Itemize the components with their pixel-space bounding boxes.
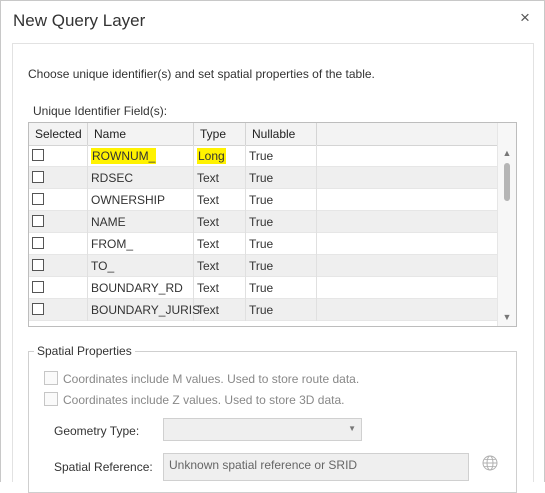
table-row[interactable]: BOUNDARY_RD Text True	[29, 277, 497, 299]
grid-rows: ROWNUM_ Long True RDSEC Text True OWNERS…	[29, 145, 497, 321]
z-values-label: Coordinates include Z values. Used to st…	[63, 393, 345, 407]
scrollbar-thumb[interactable]	[504, 163, 510, 201]
field-name: BOUNDARY_JURIS	[88, 299, 200, 321]
m-values-label: Coordinates include M values. Used to st…	[63, 372, 360, 386]
field-type: Text	[194, 211, 246, 233]
row-select-checkbox[interactable]	[32, 281, 44, 293]
dialog-title: New Query Layer	[13, 11, 146, 30]
field-type: Text	[194, 277, 246, 299]
row-select-checkbox[interactable]	[32, 171, 44, 183]
field-nullable: True	[246, 145, 317, 167]
field-nullable: True	[246, 299, 317, 321]
row-select-checkbox[interactable]	[32, 193, 44, 205]
field-name: FROM_	[88, 233, 194, 255]
field-type: Text	[194, 189, 246, 211]
z-values-option[interactable]: Coordinates include Z values. Used to st…	[44, 392, 344, 407]
field-type: Text	[194, 233, 246, 255]
scroll-down-icon[interactable]: ▼	[501, 311, 513, 323]
unique-identifier-label: Unique Identifier Field(s):	[33, 104, 168, 118]
field-name: TO_	[88, 255, 194, 277]
row-select-checkbox[interactable]	[32, 237, 44, 249]
geometry-type-label: Geometry Type:	[54, 424, 140, 438]
m-values-checkbox[interactable]	[44, 371, 58, 385]
field-nullable: True	[246, 211, 317, 233]
field-name: NAME	[88, 211, 194, 233]
z-values-checkbox[interactable]	[44, 392, 58, 406]
table-row[interactable]: OWNERSHIP Text True	[29, 189, 497, 211]
field-name: RDSEC	[88, 167, 194, 189]
field-name: BOUNDARY_RD	[88, 277, 194, 299]
column-header-type[interactable]: Type	[194, 123, 246, 145]
grid-vertical-scrollbar[interactable]: ▲ ▼	[497, 123, 516, 326]
m-values-option[interactable]: Coordinates include M values. Used to st…	[44, 371, 359, 386]
row-select-checkbox[interactable]	[32, 303, 44, 315]
field-name: ROWNUM_	[91, 148, 157, 164]
row-select-checkbox[interactable]	[32, 259, 44, 271]
table-row[interactable]: FROM_ Text True	[29, 233, 497, 255]
field-nullable: True	[246, 189, 317, 211]
table-row[interactable]: BOUNDARY_JURIS Text True	[29, 299, 497, 321]
table-row[interactable]: RDSEC Text True	[29, 167, 497, 189]
grid-header: Selected Name Type Nullable	[29, 123, 497, 146]
spatial-reference-field[interactable]: Unknown spatial reference or SRID	[163, 453, 469, 481]
intro-text: Choose unique identifier(s) and set spat…	[28, 67, 375, 81]
table-row[interactable]: NAME Text True	[29, 211, 497, 233]
column-header-selected[interactable]: Selected	[29, 123, 88, 145]
spatial-properties-legend: Spatial Properties	[34, 344, 135, 358]
geometry-type-dropdown[interactable]: ▼	[163, 418, 362, 441]
field-nullable: True	[246, 167, 317, 189]
column-header-name[interactable]: Name	[88, 123, 194, 145]
table-row[interactable]: ROWNUM_ Long True	[29, 145, 497, 167]
close-icon[interactable]: ×	[517, 9, 533, 27]
row-select-checkbox[interactable]	[32, 215, 44, 227]
field-type: Text	[194, 255, 246, 277]
field-nullable: True	[246, 277, 317, 299]
field-type: Text	[194, 167, 246, 189]
table-row[interactable]: TO_ Text True	[29, 255, 497, 277]
field-type: Text	[194, 299, 246, 321]
chevron-down-icon: ▼	[348, 424, 356, 433]
row-select-checkbox[interactable]	[32, 149, 44, 161]
spatial-reference-label: Spatial Reference:	[54, 460, 153, 474]
field-nullable: True	[246, 255, 317, 277]
field-nullable: True	[246, 233, 317, 255]
column-header-nullable[interactable]: Nullable	[246, 123, 317, 145]
globe-icon[interactable]	[482, 455, 498, 471]
field-type: Long	[197, 148, 226, 164]
scroll-up-icon[interactable]: ▲	[501, 147, 513, 159]
field-name: OWNERSHIP	[88, 189, 194, 211]
fields-grid: Selected Name Type Nullable ROWNUM_ Long…	[28, 122, 517, 327]
